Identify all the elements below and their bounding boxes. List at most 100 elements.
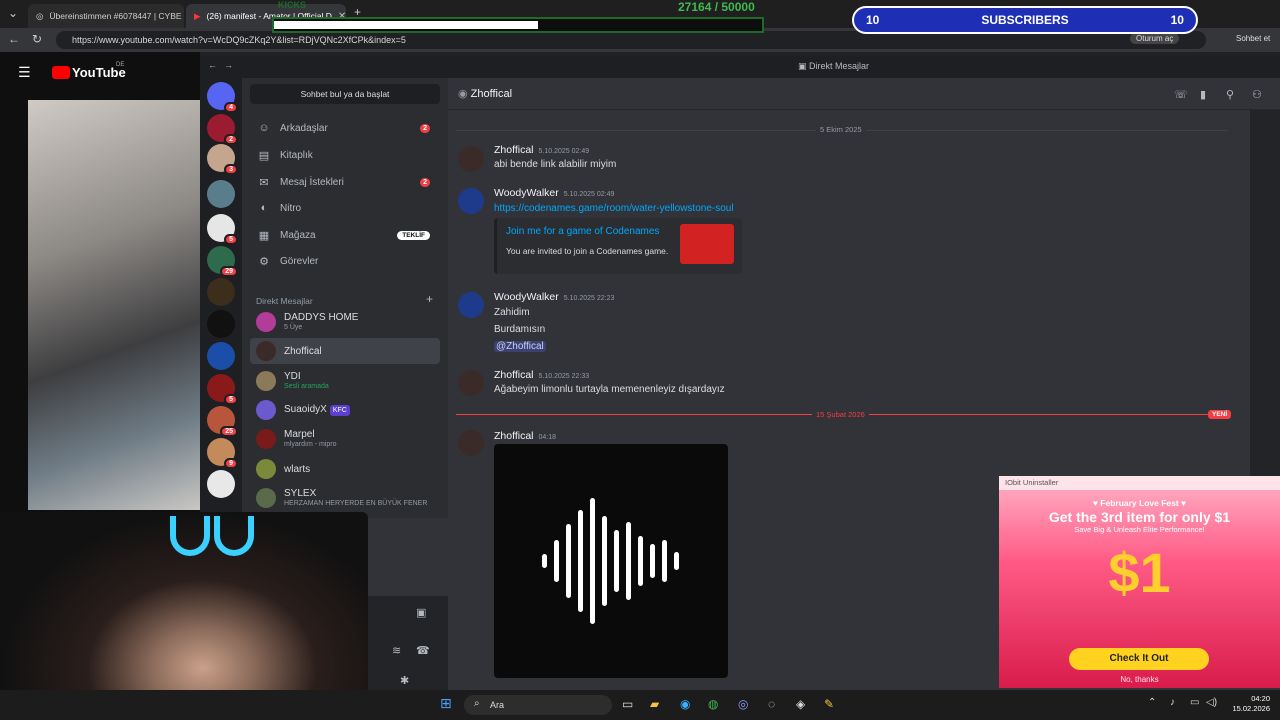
- dm-item-suaoidyx[interactable]: SuaoidyX KFC: [250, 397, 440, 423]
- profile-button[interactable]: Oturum aç: [1130, 33, 1180, 44]
- region-code: DE: [116, 62, 125, 68]
- server-icon[interactable]: 2: [207, 114, 238, 145]
- voice-call-icon[interactable]: ☏: [1174, 88, 1188, 101]
- avatar[interactable]: [458, 188, 484, 214]
- pin-icon[interactable]: ⚲: [1226, 88, 1234, 101]
- message-author[interactable]: WoodyWalker 5.10.2025 22:23: [494, 291, 614, 303]
- dm-item-wlarts[interactable]: wlarts: [250, 456, 440, 482]
- voice-message-card[interactable]: [494, 444, 728, 678]
- dm-avatar-icon: ◉: [458, 88, 471, 100]
- obs-icon[interactable]: ◌: [768, 697, 775, 711]
- edge-icon[interactable]: ◉: [680, 697, 690, 711]
- discord-home-icon[interactable]: 4: [207, 82, 238, 113]
- nav-shop[interactable]: ▦ Mağaza TEKLİF: [250, 223, 440, 247]
- server-icon[interactable]: 29: [207, 246, 238, 277]
- ad-window-title: IObit Uninstaller: [999, 476, 1280, 490]
- mention[interactable]: @Zhoffical: [494, 341, 546, 352]
- guild-badge: 9: [224, 458, 238, 469]
- system-clock[interactable]: 04:20 15.02.2026: [1222, 694, 1270, 714]
- nav-quests[interactable]: ⚙ Görevler: [250, 249, 440, 273]
- avatar: [256, 488, 276, 508]
- server-icon[interactable]: [207, 342, 235, 370]
- dm-search-input[interactable]: Sohbet bul ya da başlat: [250, 84, 440, 104]
- create-dm-icon[interactable]: +: [426, 292, 433, 306]
- copilot-button[interactable]: Sohbet et: [1236, 34, 1270, 43]
- nav-library[interactable]: ▤ Kitaplık: [250, 143, 440, 167]
- microphone-icon[interactable]: ♪: [1170, 697, 1175, 708]
- friends-icon: ☺: [258, 122, 270, 134]
- app-icon[interactable]: ◍: [708, 697, 718, 711]
- server-icon[interactable]: [207, 180, 235, 208]
- server-icon[interactable]: 9: [207, 438, 238, 469]
- server-icon[interactable]: 5: [207, 374, 238, 405]
- volume-icon[interactable]: ◁): [1206, 697, 1217, 708]
- author-name: WoodyWalker: [494, 187, 559, 199]
- embed-description: You are invited to join a Codenames game…: [506, 246, 669, 256]
- kicks-progress-fill: [274, 21, 538, 29]
- nav-badge: 2: [420, 177, 430, 187]
- avatar[interactable]: [458, 146, 484, 172]
- soundboard-icon[interactable]: ≋: [392, 644, 401, 657]
- windows-start-icon[interactable]: ⊞: [440, 695, 452, 712]
- no-thanks-link[interactable]: No, thanks: [999, 675, 1280, 684]
- nav-nitro[interactable]: ◐ Nitro: [250, 196, 440, 220]
- forward-arrow-icon[interactable]: →: [224, 60, 233, 70]
- embed-title[interactable]: Join me for a game of Codenames: [506, 226, 659, 237]
- kicks-label: KICKS: [278, 0, 307, 10]
- dm-item-marpel[interactable]: Marpel mlyardım - mipro: [250, 426, 440, 452]
- add-friends-icon[interactable]: ⚇: [1252, 88, 1262, 101]
- message-text: Zahidim: [494, 307, 530, 318]
- message-author[interactable]: WoodyWalker 5.10.2025 02:49: [494, 187, 614, 199]
- message-link[interactable]: https://codenames.game/room/water-yellow…: [494, 203, 734, 214]
- quests-icon: ⚙: [259, 255, 269, 268]
- tray-expand-icon[interactable]: ⌃: [1148, 697, 1156, 708]
- nav-message-requests[interactable]: ✉ Mesaj İstekleri 2: [250, 170, 440, 194]
- clock-date: 15.02.2026: [1232, 704, 1270, 713]
- steam-icon[interactable]: ◈: [796, 697, 805, 711]
- video-call-icon[interactable]: ▮: [1200, 88, 1206, 101]
- avatar[interactable]: [458, 430, 484, 456]
- hang-up-icon[interactable]: ☎: [416, 644, 430, 657]
- server-icon[interactable]: 25: [207, 406, 238, 437]
- dm-item-sylex[interactable]: SYLEX HERZAMAN HERYERDE EN BÜYÜK FENER: [250, 485, 440, 511]
- task-view-icon[interactable]: ▭: [622, 697, 633, 711]
- dm-item-ydi[interactable]: YDI Sesli aramada: [250, 368, 440, 394]
- message-author[interactable]: Zhoffical 04:18: [494, 430, 556, 442]
- avatar: [256, 400, 276, 420]
- windows-taskbar: ⊞ Ara ⌕ ▭ ▰ ◉ ◍ ◎ ◌ ◈ ✎ ⌃ ♪ ▭ ◁) 04:20 1…: [0, 690, 1280, 720]
- back-icon[interactable]: ←: [8, 32, 20, 46]
- avatar[interactable]: [458, 292, 484, 318]
- network-icon[interactable]: ▭: [1190, 697, 1199, 708]
- tab-list-icon[interactable]: ⌄: [8, 6, 18, 20]
- dm-item-zhoffical[interactable]: Zhoffical: [250, 338, 440, 364]
- message-text: Burdamısın: [494, 324, 546, 335]
- subs-count-right: 10: [1170, 13, 1184, 27]
- discord-taskbar-icon[interactable]: ◎: [738, 697, 748, 711]
- message-author[interactable]: Zhoffical 5.10.2025 02:49: [494, 144, 589, 156]
- back-arrow-icon[interactable]: ←: [208, 60, 217, 70]
- server-icon[interactable]: 5: [207, 214, 238, 245]
- avatar: [256, 429, 276, 449]
- hamburger-menu-icon[interactable]: ☰: [18, 64, 31, 81]
- ad-offer: Get the 3rd item for only $1: [1048, 509, 1231, 525]
- nitro-icon: ◐: [260, 202, 268, 214]
- server-icon[interactable]: [207, 278, 235, 306]
- server-icon[interactable]: 3: [207, 144, 238, 175]
- message-author[interactable]: Zhoffical 5.10.2025 22:33: [494, 369, 589, 381]
- noise-suppression-icon[interactable]: ✱: [400, 674, 409, 687]
- screen-share-icon[interactable]: ▣: [416, 606, 426, 619]
- server-icon[interactable]: [207, 310, 235, 338]
- file-explorer-icon[interactable]: ▰: [650, 697, 659, 711]
- nav-friends[interactable]: ☺ Arkadaşlar 2: [250, 116, 440, 140]
- message-text: abi bende link alabilir miyim: [494, 159, 617, 170]
- video-player[interactable]: [28, 100, 200, 510]
- check-it-out-button[interactable]: Check It Out: [1069, 648, 1209, 670]
- avatar[interactable]: [458, 370, 484, 396]
- taskbar-search[interactable]: Ara: [464, 695, 612, 715]
- server-icon[interactable]: [207, 470, 235, 498]
- dm-item-daddys-home[interactable]: DADDYS HOME 5 Üye: [250, 309, 440, 335]
- app-icon[interactable]: ✎: [824, 697, 834, 711]
- reload-icon[interactable]: ↻: [32, 32, 42, 46]
- browser-tab-1[interactable]: ◎ Übereinstimmen #6078447 | CYBE ✕: [28, 4, 184, 28]
- chat-header: ◉ Zhoffical ☏ ▮ ⚲ ⚇: [448, 78, 1280, 110]
